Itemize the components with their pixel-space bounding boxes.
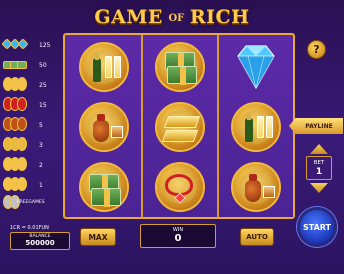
reel-cell bbox=[74, 99, 134, 155]
bet-decrease-button[interactable] bbox=[310, 183, 328, 193]
reel-cell bbox=[150, 39, 210, 95]
gold-bar-icon bbox=[3, 77, 35, 93]
paytable-row: 2 bbox=[3, 156, 61, 174]
reel-cell bbox=[150, 159, 210, 215]
paytable-row: 125 bbox=[1, 36, 61, 54]
reel-cell bbox=[226, 159, 286, 215]
coin-icon bbox=[3, 177, 35, 193]
paytable-row: 50 bbox=[3, 56, 61, 74]
coin-icon bbox=[3, 157, 35, 173]
reel-2 bbox=[143, 37, 217, 217]
reel-cell bbox=[150, 99, 210, 155]
game-title: GAME OF RICH bbox=[0, 6, 344, 32]
bet-display: BET 1 bbox=[306, 156, 332, 180]
paytable: 125 50 25 15 5 3 2 1 FREEGAMES bbox=[1, 34, 61, 214]
cash-icon bbox=[79, 162, 129, 212]
cash-icon bbox=[155, 42, 205, 92]
paytable-value: 1 bbox=[39, 181, 43, 189]
auto-spin-button[interactable]: AUTO bbox=[240, 228, 274, 246]
max-bet-button[interactable]: MAX bbox=[80, 228, 116, 246]
title-of: OF bbox=[168, 13, 185, 24]
reel-cell bbox=[226, 99, 286, 155]
paytable-row: 25 bbox=[3, 76, 61, 94]
champagne-icon bbox=[79, 42, 129, 92]
paytable-value: 2 bbox=[39, 161, 43, 169]
title-rich: RICH bbox=[189, 6, 250, 28]
win-value: 0 bbox=[174, 233, 182, 244]
champagne-icon bbox=[3, 137, 35, 153]
reel-frame bbox=[63, 33, 295, 219]
credit-rate: 1CR = 0.01FUN bbox=[10, 225, 49, 231]
diamond-icon bbox=[1, 37, 35, 53]
paytable-value: 25 bbox=[39, 81, 47, 89]
paytable-value: 15 bbox=[39, 101, 47, 109]
reel-cell bbox=[74, 39, 134, 95]
balance-display: BALANCE 500000 bbox=[10, 232, 70, 250]
paytable-row: 1 bbox=[3, 176, 61, 194]
start-button[interactable]: START bbox=[297, 207, 337, 247]
cognac-icon bbox=[79, 102, 129, 152]
reel-cell bbox=[74, 159, 134, 215]
reel-cell bbox=[226, 39, 286, 95]
paytable-row: 5 bbox=[3, 116, 61, 134]
paytable-value: 5 bbox=[39, 121, 43, 129]
champagne-icon bbox=[231, 102, 281, 152]
paytable-value: 50 bbox=[39, 61, 47, 69]
paytable-value: 125 bbox=[39, 41, 51, 49]
win-display: WIN 0 bbox=[140, 224, 216, 248]
free-games-label: FREEGAMES bbox=[17, 200, 45, 205]
cash-icon bbox=[3, 57, 35, 73]
reel-3 bbox=[219, 37, 293, 217]
paytable-row: 3 bbox=[3, 136, 61, 154]
gold-bar-icon bbox=[155, 102, 205, 152]
cognac-icon bbox=[3, 117, 35, 133]
payline-label: PAYLINE bbox=[305, 122, 333, 130]
help-button[interactable]: ? bbox=[307, 40, 326, 59]
necklace-icon bbox=[155, 162, 205, 212]
cognac-icon bbox=[231, 162, 281, 212]
bet-value: 1 bbox=[315, 167, 323, 177]
paytable-row: 15 bbox=[3, 96, 61, 114]
bet-increase-button[interactable] bbox=[310, 144, 328, 154]
necklace-icon bbox=[3, 97, 35, 113]
balance-value: 500000 bbox=[25, 239, 55, 247]
title-game: GAME bbox=[94, 6, 163, 28]
bet-label: BET bbox=[313, 160, 325, 166]
paytable-value: 3 bbox=[39, 141, 43, 149]
payline-button[interactable]: PAYLINE bbox=[289, 118, 343, 134]
diamond-icon bbox=[237, 45, 275, 90]
reel-1 bbox=[67, 37, 141, 217]
